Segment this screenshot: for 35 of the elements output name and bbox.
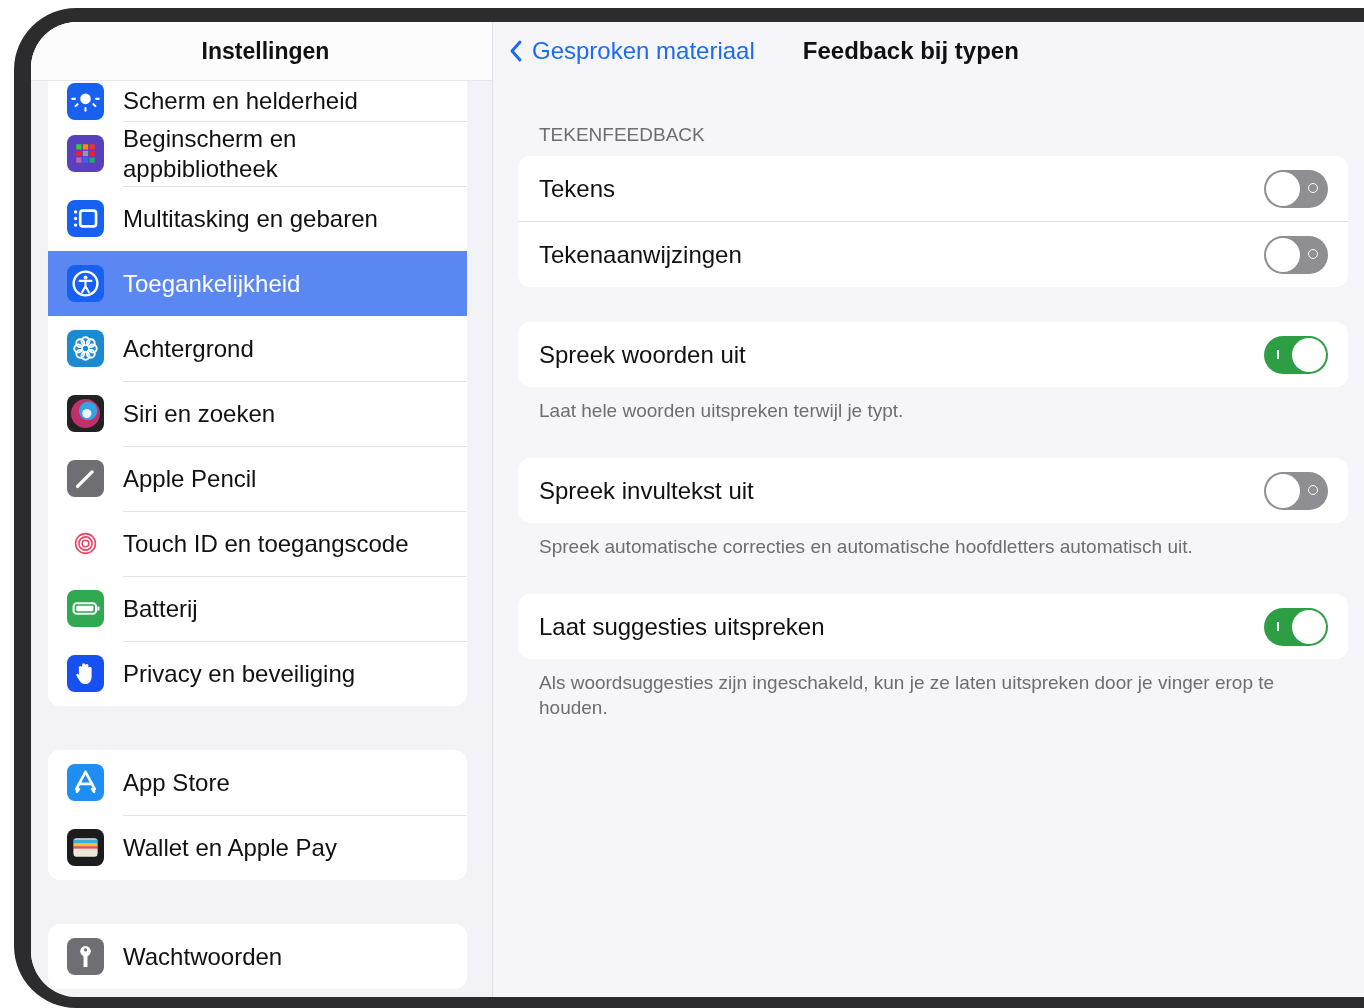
item-label: Privacy en beveiliging [123,641,467,706]
back-button[interactable]: Gesproken materiaal [509,37,755,65]
item-label: Toegankelijkheid [123,269,302,299]
section-footer: Laat hele woorden uitspreken terwijl je typt. [518,387,1348,423]
page-title: Feedback bij typen [802,37,1019,65]
item-label: Batterij [123,576,467,641]
section-header: TEKENFEEDBACK [538,124,706,147]
item-label: Wallet en Apple Pay [123,815,467,880]
section-footer: Spreek automatische correcties en automatische hoofdletters automatisch uit. [518,523,1348,559]
settings-item[interactable]: Achtergrond [48,316,467,381]
item-label: Apple Pencil [123,446,467,511]
section-footer: Als woordsuggesties zijn ingeschakeld, kun je ze laten uitspreken door je vinger erop te houden. [518,659,1348,720]
setting-label: Tekens [539,174,616,203]
item-label: Siri en zoeken [123,381,467,446]
item-label: Achtergrond [123,334,255,364]
item-label: Touch ID en toegangscode [123,511,467,576]
settings-item[interactable]: App Store [48,750,467,815]
settings-item[interactable]: Touch ID en toegangscode [48,511,467,576]
settings-item[interactable]: Beginscherm en appbibliotheek [48,121,467,186]
settings-item[interactable]: Batterij [48,576,467,641]
setting-label: Laat suggesties uitspreken [539,612,825,641]
setting-label: Spreek invultekst uit [539,476,754,505]
setting-label: Spreek woorden uit [539,340,746,369]
item-label: Beginscherm en appbibliotheek [123,121,467,186]
settings-item[interactable]: Wallet en Apple Pay [48,815,467,880]
settings-item[interactable]: Wachtwoorden [48,924,467,989]
sidebar-title: Instellingen [201,37,330,65]
settings-item[interactable]: Apple Pencil [48,446,467,511]
setting-label: Tekenaanwijzingen [539,240,742,269]
settings-item[interactable]: Privacy en beveiliging [48,641,467,706]
item-label: Wachtwoorden [123,941,284,972]
settings-item[interactable]: Scherm en helderheid [48,81,467,121]
item-label: Scherm en helderheid [123,86,359,116]
item-label: App Store [123,767,231,798]
settings-item[interactable]: Siri en zoeken [48,381,467,446]
